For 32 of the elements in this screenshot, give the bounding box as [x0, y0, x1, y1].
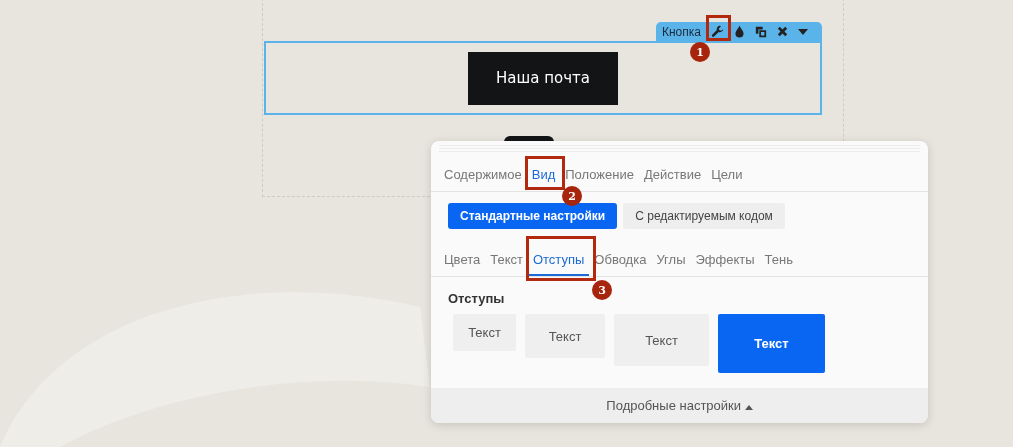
padding-option[interactable]: Текст — [453, 314, 516, 351]
panel-tab[interactable]: Действие — [638, 162, 707, 186]
section-title: Отступы — [448, 290, 505, 306]
copy-icon[interactable] — [755, 25, 767, 38]
drop-icon[interactable] — [734, 25, 745, 38]
advanced-settings-toggle[interactable]: Подробные настройки — [431, 388, 928, 423]
padding-option[interactable]: Текст — [718, 314, 825, 373]
panel-tab[interactable]: Положение — [560, 162, 639, 186]
style-tab[interactable]: Цвета — [439, 246, 486, 276]
caret-icon[interactable] — [798, 28, 808, 35]
panel-tab[interactable]: Вид — [526, 162, 561, 186]
highlight-frame — [526, 236, 596, 281]
padding-option[interactable]: Текст — [614, 314, 709, 366]
style-tab[interactable]: Текст — [485, 246, 528, 276]
style-tab[interactable]: Тень — [759, 246, 798, 276]
step-number: 1 — [690, 42, 710, 62]
panel-tab[interactable]: Содержимое — [439, 162, 527, 186]
padding-option[interactable]: Текст — [525, 314, 605, 358]
panel-tab[interactable]: Цели — [706, 162, 748, 186]
caret-up-icon — [744, 405, 753, 410]
close-icon[interactable] — [777, 26, 788, 37]
highlight-frame — [525, 156, 565, 190]
style-tab[interactable]: Обводка — [589, 246, 652, 276]
settings-icon[interactable] — [711, 25, 724, 38]
element-type-label: Кнопка — [662, 24, 701, 39]
style-tab[interactable]: Углы — [651, 246, 691, 276]
mode-button[interactable]: Стандартные настройки — [448, 203, 618, 229]
style-tab[interactable]: Эффекты — [690, 246, 760, 276]
canvas-button[interactable]: Наша почта — [468, 51, 618, 105]
highlight-frame — [706, 15, 731, 41]
mode-button[interactable]: С редактируемым кодом — [623, 203, 785, 229]
style-tab[interactable]: Отступы — [527, 246, 590, 276]
